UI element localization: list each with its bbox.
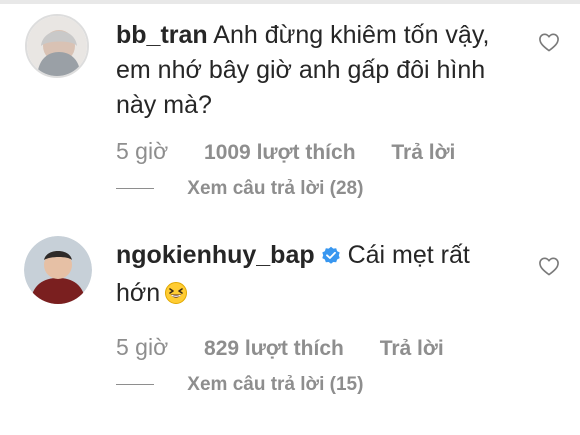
avatar[interactable]: [24, 236, 92, 304]
comment-likes[interactable]: 1009 lượt thích: [204, 141, 356, 165]
replies-divider: [116, 188, 154, 190]
like-heart-icon[interactable]: [538, 32, 560, 57]
comment-meta: 5 giờ 1009 lượt thích Trả lời: [116, 138, 455, 165]
comment-meta: 5 giờ 829 lượt thích Trả lời: [116, 334, 444, 361]
view-replies[interactable]: Xem câu trả lời (28): [116, 178, 363, 200]
view-replies[interactable]: Xem câu trả lời (15): [116, 374, 363, 396]
avatar[interactable]: [25, 14, 89, 78]
comment-username[interactable]: bb_tran: [116, 21, 208, 49]
like-heart-icon[interactable]: [538, 256, 560, 281]
comment-likes[interactable]: 829 lượt thích: [204, 337, 344, 361]
comment-body: ngokienhuy_bap Cái mẹt rất hớn: [116, 238, 516, 315]
reply-button[interactable]: Trả lời: [380, 337, 444, 361]
comment-username[interactable]: ngokienhuy_bap: [116, 241, 315, 269]
comment-time: 5 giờ: [116, 334, 169, 360]
replies-divider: [116, 384, 154, 386]
comment-body: bb_tran Anh đừng khiêm tốn vậy, em nhớ b…: [116, 18, 516, 123]
top-divider: [0, 0, 580, 4]
view-replies-label[interactable]: Xem câu trả lời (28): [187, 178, 363, 199]
view-replies-label[interactable]: Xem câu trả lời (15): [187, 374, 363, 395]
comment-text: bb_tran Anh đừng khiêm tốn vậy, em nhớ b…: [116, 18, 516, 123]
comment-time: 5 giờ: [116, 138, 169, 164]
grinning-squinting-face-icon: [164, 280, 188, 315]
reply-button[interactable]: Trả lời: [391, 141, 455, 165]
comment-text: ngokienhuy_bap Cái mẹt rất hớn: [116, 238, 516, 315]
verified-badge-icon: [321, 241, 341, 276]
